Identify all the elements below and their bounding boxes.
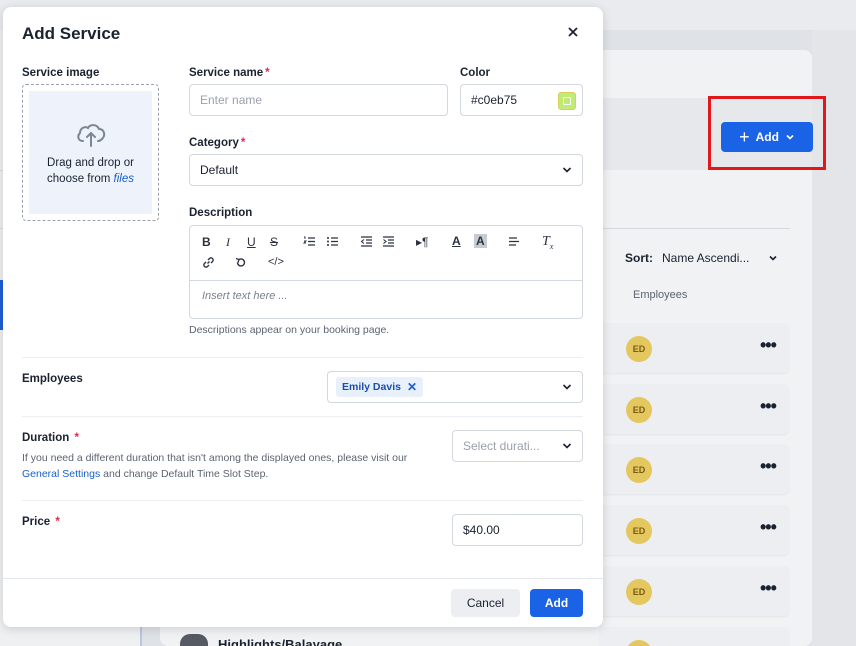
close-icon[interactable] [565, 24, 581, 40]
avatar: ED [626, 397, 652, 423]
table-row[interactable]: ED ••• [600, 566, 789, 616]
duration-help: If you need a different duration that is… [22, 450, 442, 482]
chevron-down-icon[interactable] [767, 252, 779, 264]
required-marker: * [55, 516, 60, 528]
dropzone-text: Drag and drop or choose from files [41, 155, 141, 187]
background-color-icon[interactable]: A [474, 234, 487, 248]
color-picker-swatch[interactable] [558, 92, 576, 110]
cancel-button[interactable]: Cancel [451, 589, 520, 617]
employees-label: Employees [22, 373, 83, 385]
avatar: ED [626, 336, 652, 362]
table-row[interactable]: ED ••• [600, 444, 789, 494]
more-options-icon[interactable]: ••• [760, 396, 777, 417]
bullet-list-icon[interactable] [326, 236, 339, 247]
employees-select[interactable]: Emily Davis ✕ [327, 371, 583, 403]
category-label: Category * [189, 137, 245, 149]
duration-select[interactable]: Select durati... [452, 430, 583, 462]
duration-help-suffix: and change Default Time Slot Step. [103, 468, 269, 480]
service-image-icon [180, 634, 208, 646]
service-name-label-text: Service name [189, 67, 264, 79]
chevron-down-icon [562, 443, 572, 449]
employee-tag-label: Emily Davis [342, 381, 401, 393]
section-divider [22, 500, 583, 501]
required-marker: * [74, 432, 79, 444]
editor-placeholder: Insert text here ... [202, 290, 288, 302]
outdent-icon[interactable] [360, 236, 373, 247]
price-label: Price * [22, 516, 60, 528]
link-icon[interactable] [202, 256, 215, 269]
service-name-placeholder: Enter name [200, 93, 263, 107]
text-color-icon[interactable]: A [452, 234, 461, 248]
color-label: Color [460, 67, 491, 79]
avatar: ED [626, 457, 652, 483]
code-icon[interactable]: </> [268, 256, 284, 268]
description-label: Description [189, 207, 253, 219]
add-service-modal: Add Service Service image Drag and drop … [3, 7, 603, 627]
sort-label: Sort: [625, 251, 653, 265]
description-editor[interactable]: B I U S ▸¶ A A Tx </> Insert text here .… [189, 225, 583, 319]
more-options-icon[interactable]: ••• [760, 456, 777, 477]
more-options-icon[interactable]: ••• [760, 639, 777, 646]
table-row[interactable]: ED ••• [600, 323, 789, 373]
employee-tag: Emily Davis ✕ [336, 377, 424, 397]
modal-footer-divider [3, 578, 603, 579]
sort-dropdown[interactable]: Name Ascendi... [662, 251, 749, 265]
employees-column-header: Employees [633, 289, 688, 301]
color-value: #c0eb75 [471, 93, 518, 107]
required-marker: * [265, 67, 270, 79]
ordered-list-icon[interactable] [303, 236, 316, 247]
service-name-input[interactable]: Enter name [189, 84, 448, 116]
avatar: ED [626, 518, 652, 544]
table-row[interactable]: ED ••• [600, 505, 789, 555]
duration-placeholder: Select durati... [463, 439, 540, 453]
avatar: ED [626, 640, 652, 646]
price-label-text: Price [22, 516, 51, 528]
add-button[interactable]: Add [530, 589, 583, 617]
toolbar-rule [600, 228, 790, 229]
category-value: Default [200, 163, 239, 177]
bold-icon[interactable]: B [202, 235, 211, 249]
paragraph-direction-icon[interactable]: ▸¶ [416, 235, 428, 249]
remove-tag-icon[interactable]: ✕ [407, 380, 417, 394]
description-help: Descriptions appear on your booking page… [189, 324, 390, 336]
more-options-icon[interactable]: ••• [760, 578, 777, 599]
duration-label-text: Duration [22, 432, 70, 444]
price-value: $40.00 [463, 523, 500, 537]
italic-icon[interactable]: I [226, 235, 230, 250]
duration-help-prefix: If you need a different duration that is… [22, 452, 408, 464]
indent-icon[interactable] [382, 236, 395, 247]
clear-format-icon[interactable]: Tx [542, 234, 553, 251]
service-name-label: Service name * [189, 67, 270, 79]
undo-icon[interactable] [234, 256, 247, 269]
avatar: ED [626, 579, 652, 605]
more-options-icon[interactable]: ••• [760, 517, 777, 538]
underline-icon[interactable]: U [247, 235, 256, 249]
highlight-annotation [708, 96, 826, 170]
dropzone-area[interactable]: Drag and drop or choose from files [29, 91, 152, 214]
required-marker: * [240, 137, 246, 149]
strikethrough-icon[interactable]: S [270, 235, 278, 249]
chevron-down-icon [562, 384, 572, 390]
chevron-down-icon [562, 167, 572, 173]
image-dropzone[interactable]: Drag and drop or choose from files [22, 84, 159, 221]
duration-label: Duration * [22, 432, 79, 444]
service-name-text: Highlights/Balayage [218, 637, 343, 646]
section-divider [22, 357, 583, 358]
files-link[interactable]: files [114, 173, 134, 185]
align-icon[interactable] [508, 236, 520, 247]
modal-title: Add Service [22, 24, 121, 43]
general-settings-link[interactable]: General Settings [22, 468, 100, 480]
service-image-label: Service image [22, 67, 100, 79]
more-options-icon[interactable]: ••• [760, 335, 777, 356]
section-divider [22, 416, 583, 417]
color-input[interactable]: #c0eb75 [460, 84, 583, 116]
price-input[interactable]: $40.00 [452, 514, 583, 546]
editor-toolbar: B I U S ▸¶ A A Tx </> [190, 226, 582, 281]
table-row[interactable]: ED ••• [600, 384, 789, 434]
cloud-upload-icon [76, 123, 105, 147]
category-select[interactable]: Default [189, 154, 583, 186]
table-row[interactable]: ED ••• [600, 627, 789, 646]
category-label-text: Category [189, 137, 239, 149]
